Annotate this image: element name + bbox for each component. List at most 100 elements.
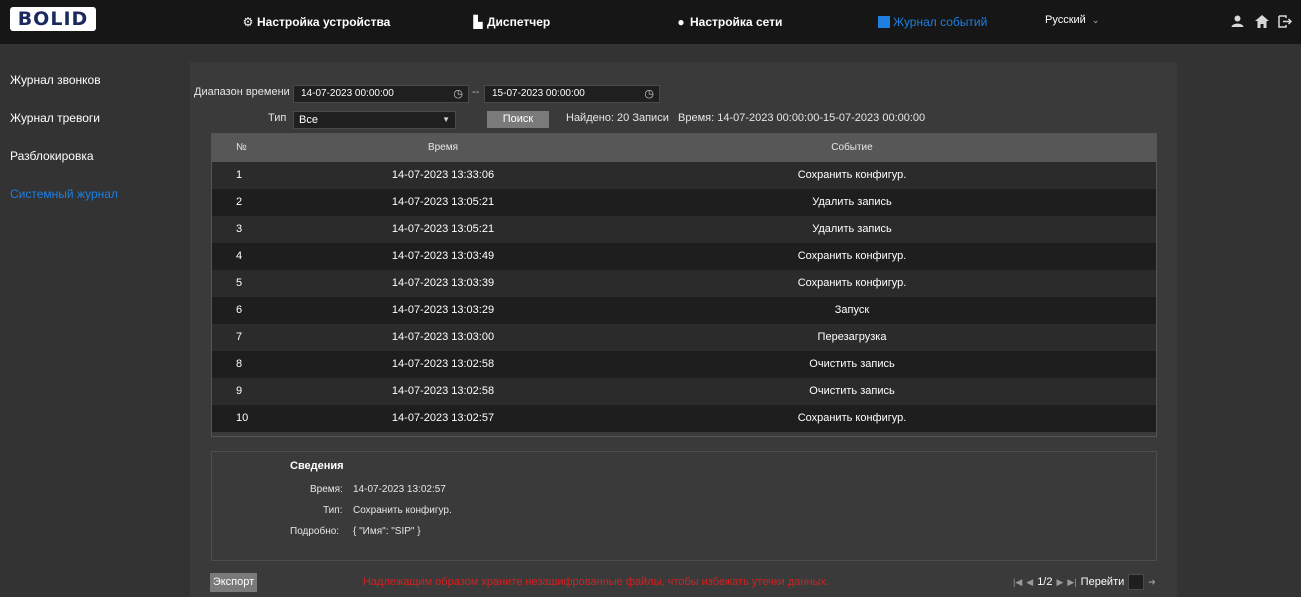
search-range-text: Время: 14-07-2023 00:00:00-15-07-2023 00…	[678, 112, 926, 124]
row-time: 14-07-2023 13:03:29	[391, 304, 495, 316]
table-row[interactable]: 5 14-07-2023 13:03:39 Сохранить конфигур…	[212, 270, 1156, 297]
goto-arrow-icon[interactable]: ➔	[1148, 577, 1156, 588]
row-time: 14-07-2023 13:05:21	[391, 223, 495, 235]
row-number: 7	[236, 331, 243, 343]
details-title: Сведения	[290, 460, 344, 472]
row-event: Удалить запись	[812, 223, 892, 235]
pagination: |◀ ◀ 1/2 ▶ ▶| Перейти ➔	[1013, 574, 1156, 590]
nav-network-settings[interactable]: ● Настройка сети	[675, 11, 782, 33]
row-number: 1	[236, 169, 243, 181]
building-icon: ▙	[473, 15, 483, 29]
details-time-value: 14-07-2023 13:02:57	[353, 484, 446, 495]
start-datetime-field[interactable]: 14-07-2023 00:00:00 ◷	[293, 85, 469, 103]
unencrypted-files-warning: Надлежащим образом храните незашифрованн…	[363, 576, 829, 588]
row-event: Перезагрузка	[817, 331, 887, 343]
type-select-value: Все	[299, 114, 318, 126]
table-row[interactable]: 7 14-07-2023 13:03:00 Перезагрузка	[212, 324, 1156, 351]
row-number: 8	[236, 358, 243, 370]
prev-page-icon[interactable]: ◀	[1026, 577, 1033, 588]
language-select[interactable]: Русский ⌄	[1045, 14, 1099, 26]
top-navigation-bar: BOLID ⚙ Настройка устройства ▙ Диспетчер…	[0, 0, 1301, 44]
journal-icon	[878, 16, 890, 28]
row-number: 2	[236, 196, 243, 208]
clock-icon: ◷	[644, 88, 654, 100]
user-icon[interactable]	[1228, 12, 1246, 30]
sidebar-item-unlock[interactable]: Разблокировка	[10, 149, 94, 163]
last-page-icon[interactable]: ▶|	[1067, 577, 1076, 588]
sidebar: Журнал звонков Журнал тревоги Разблокиро…	[0, 44, 180, 597]
row-number: 3	[236, 223, 243, 235]
type-select[interactable]: Все ▼	[293, 111, 456, 129]
start-datetime-value: 14-07-2023 00:00:00	[301, 88, 394, 99]
row-event: Удалить запись	[812, 196, 892, 208]
table-header-row: № Время Событие	[212, 134, 1156, 162]
table-row[interactable]: 10 14-07-2023 13:02:57 Сохранить конфигу…	[212, 405, 1156, 432]
row-number: 9	[236, 385, 243, 397]
row-event: Очистить запись	[809, 385, 895, 397]
row-event: Сохранить конфигур.	[797, 277, 907, 289]
type-label: Тип	[268, 112, 287, 124]
dropdown-arrow-icon: ▼	[442, 115, 450, 124]
nav-network-settings-label: Настройка сети	[690, 15, 783, 29]
sidebar-item-system-log[interactable]: Системный журнал	[10, 187, 118, 201]
row-event: Запуск	[834, 304, 870, 316]
sidebar-item-alarm-log[interactable]: Журнал тревоги	[10, 111, 100, 125]
header-event: Событие	[831, 142, 873, 153]
header-time: Время	[427, 142, 459, 153]
table-row[interactable]: 6 14-07-2023 13:03:29 Запуск	[212, 297, 1156, 324]
bolid-logo: BOLID	[10, 7, 96, 31]
row-time: 14-07-2023 13:03:49	[391, 250, 495, 262]
nav-device-settings[interactable]: ⚙ Настройка устройства	[242, 11, 391, 33]
logout-icon[interactable]	[1277, 12, 1295, 30]
row-time: 14-07-2023 13:02:58	[391, 358, 495, 370]
table-row[interactable]: 9 14-07-2023 13:02:58 Очистить запись	[212, 378, 1156, 405]
goto-page-input[interactable]	[1128, 574, 1145, 590]
details-panel: Сведения Время: 14-07-2023 13:02:57 Тип:…	[211, 451, 1157, 561]
range-separator: --	[472, 86, 480, 98]
table-row[interactable]: 1 14-07-2023 13:33:06 Сохранить конфигур…	[212, 162, 1156, 189]
nav-event-journal[interactable]: Журнал событий	[878, 11, 987, 33]
row-time: 14-07-2023 13:03:39	[391, 277, 495, 289]
nav-dispatcher-label: Диспетчер	[487, 15, 551, 29]
page-indicator: 1/2	[1037, 576, 1053, 588]
details-time-label: Время:	[310, 484, 343, 495]
row-number: 5	[236, 277, 243, 289]
nav-event-journal-label: Журнал событий	[893, 15, 988, 29]
home-icon[interactable]	[1253, 12, 1271, 30]
clock-icon: ◷	[453, 88, 463, 100]
first-page-icon[interactable]: |◀	[1013, 577, 1022, 588]
details-detail-label: Подробно:	[290, 526, 340, 537]
nav-device-settings-label: Настройка устройства	[257, 15, 391, 29]
globe-icon: ●	[677, 15, 685, 29]
table-row[interactable]: 2 14-07-2023 13:05:21 Удалить запись	[212, 189, 1156, 216]
row-event: Сохранить конфигур.	[797, 250, 907, 262]
language-label: Русский	[1045, 14, 1086, 26]
end-datetime-field[interactable]: 15-07-2023 00:00:00 ◷	[484, 85, 660, 103]
table-row[interactable]: 4 14-07-2023 13:03:49 Сохранить конфигур…	[212, 243, 1156, 270]
sidebar-item-call-log[interactable]: Журнал звонков	[10, 73, 101, 87]
details-detail-value: { "Имя": "SIP" }	[353, 526, 421, 537]
table-row[interactable]: 3 14-07-2023 13:05:21 Удалить запись	[212, 216, 1156, 243]
export-button[interactable]: Экспорт	[210, 573, 257, 592]
search-button[interactable]: Поиск	[487, 111, 549, 128]
row-time: 14-07-2023 13:03:00	[391, 331, 495, 343]
row-number: 10	[236, 412, 249, 424]
nav-dispatcher[interactable]: ▙ Диспетчер	[472, 11, 550, 33]
row-event: Сохранить конфигур.	[797, 412, 907, 424]
log-table: № Время Событие 1 14-07-2023 13:33:06 Со…	[211, 133, 1157, 437]
found-count-text: Найдено: 20 Записи	[566, 112, 669, 124]
row-event: Сохранить конфигур.	[797, 169, 907, 181]
table-row[interactable]: 8 14-07-2023 13:02:58 Очистить запись	[212, 351, 1156, 378]
time-range-label: Диапазон времени	[194, 86, 290, 98]
header-number: №	[236, 142, 247, 153]
next-page-icon[interactable]: ▶	[1056, 577, 1063, 588]
row-event: Очистить запись	[809, 358, 895, 370]
row-number: 4	[236, 250, 243, 262]
row-time: 14-07-2023 13:05:21	[391, 196, 495, 208]
chevron-down-icon: ⌄	[1091, 15, 1100, 25]
gear-icon: ⚙	[242, 15, 254, 29]
details-type-value: Сохранить конфигур.	[353, 505, 452, 516]
details-type-label: Тип:	[323, 505, 343, 516]
row-time: 14-07-2023 13:33:06	[391, 169, 495, 181]
row-time: 14-07-2023 13:02:57	[391, 412, 495, 424]
